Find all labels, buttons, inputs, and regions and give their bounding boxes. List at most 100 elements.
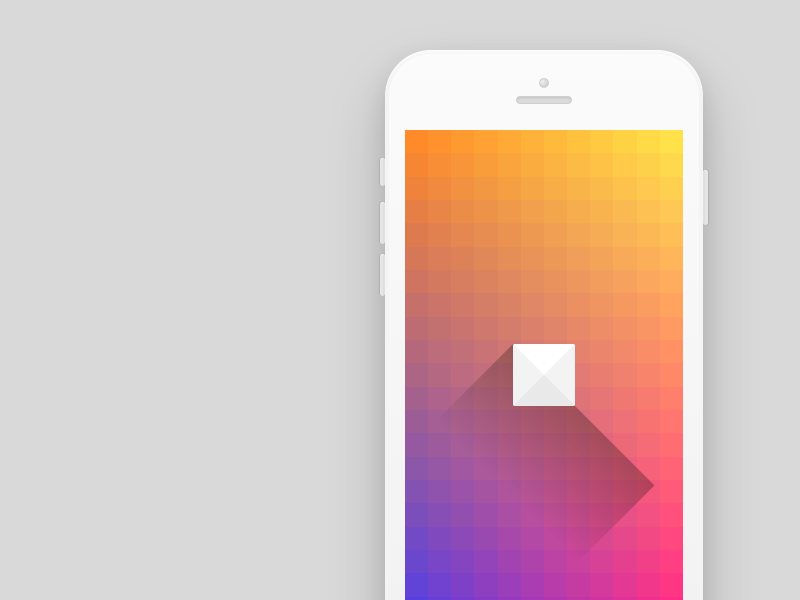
wallpaper-pixel bbox=[451, 527, 474, 550]
wallpaper-pixel bbox=[660, 527, 683, 550]
wallpaper-pixel bbox=[428, 480, 451, 503]
wallpaper-pixel bbox=[567, 573, 590, 596]
wallpaper-pixel bbox=[637, 270, 660, 293]
wallpaper-pixel bbox=[613, 293, 636, 316]
wallpaper-pixel bbox=[451, 410, 474, 433]
wallpaper-pixel bbox=[613, 597, 636, 600]
wallpaper-pixel bbox=[428, 363, 451, 386]
wallpaper-pixel bbox=[451, 387, 474, 410]
wallpaper-pixel bbox=[590, 340, 613, 363]
wallpaper-pixel bbox=[521, 130, 544, 153]
wallpaper-pixel bbox=[567, 503, 590, 526]
wallpaper-pixel bbox=[544, 130, 567, 153]
wallpaper-pixel bbox=[498, 597, 521, 600]
wallpaper-pixel bbox=[405, 153, 428, 176]
wallpaper-pixel bbox=[590, 200, 613, 223]
wallpaper-pixel bbox=[521, 503, 544, 526]
wallpaper-pixel bbox=[544, 527, 567, 550]
wallpaper-pixel bbox=[428, 527, 451, 550]
wallpaper-pixel bbox=[428, 503, 451, 526]
wallpaper-pixel bbox=[544, 433, 567, 456]
wallpaper-pixel bbox=[451, 270, 474, 293]
wallpaper-pixel bbox=[405, 457, 428, 480]
wallpaper-pixel bbox=[498, 270, 521, 293]
wallpaper-pixel bbox=[498, 503, 521, 526]
wallpaper-pixel bbox=[451, 457, 474, 480]
wallpaper-pixel bbox=[637, 503, 660, 526]
wallpaper-pixel bbox=[521, 223, 544, 246]
wallpaper-pixel bbox=[474, 293, 497, 316]
wallpaper-pixel bbox=[521, 153, 544, 176]
wallpaper-pixel bbox=[590, 177, 613, 200]
wallpaper-pixel bbox=[498, 573, 521, 596]
wallpaper-pixel bbox=[498, 130, 521, 153]
wallpaper-pixel bbox=[567, 247, 590, 270]
wallpaper-pixel bbox=[660, 223, 683, 246]
wallpaper-pixel bbox=[590, 247, 613, 270]
wallpaper-pixel bbox=[405, 597, 428, 600]
wallpaper-pixel bbox=[405, 247, 428, 270]
wallpaper-pixel bbox=[474, 177, 497, 200]
wallpaper-pixel bbox=[521, 480, 544, 503]
wallpaper-pixel bbox=[451, 597, 474, 600]
wallpaper-pixel bbox=[405, 363, 428, 386]
wallpaper-pixel bbox=[590, 550, 613, 573]
wallpaper-pixel bbox=[637, 387, 660, 410]
wallpaper-pixel bbox=[544, 200, 567, 223]
wallpaper-pixel bbox=[474, 130, 497, 153]
front-camera-icon bbox=[539, 78, 549, 88]
wallpaper-pixel bbox=[613, 247, 636, 270]
wallpaper-pixel bbox=[567, 597, 590, 600]
wallpaper-pixel bbox=[451, 363, 474, 386]
wallpaper-pixel bbox=[590, 480, 613, 503]
wallpaper-pixel bbox=[544, 457, 567, 480]
wallpaper-pixel bbox=[405, 223, 428, 246]
wallpaper-pixel bbox=[567, 433, 590, 456]
wallpaper-pixel bbox=[567, 527, 590, 550]
wallpaper-pixel bbox=[567, 153, 590, 176]
wallpaper-pixel bbox=[637, 223, 660, 246]
wallpaper-pixel bbox=[498, 247, 521, 270]
wallpaper-pixel bbox=[428, 153, 451, 176]
wallpaper-pixel bbox=[567, 457, 590, 480]
wallpaper-pixel bbox=[521, 410, 544, 433]
wallpaper-pixel bbox=[521, 293, 544, 316]
wallpaper-pixel bbox=[590, 573, 613, 596]
wallpaper-pixel bbox=[498, 317, 521, 340]
wallpaper-pixel bbox=[660, 433, 683, 456]
wallpaper-pixel bbox=[428, 387, 451, 410]
wallpaper-pixel bbox=[474, 223, 497, 246]
wallpaper-pixel bbox=[544, 223, 567, 246]
wallpaper-pixel bbox=[637, 200, 660, 223]
wallpaper-pixel bbox=[567, 130, 590, 153]
wallpaper-pixel bbox=[474, 247, 497, 270]
wallpaper-pixel bbox=[590, 527, 613, 550]
wallpaper-pixel bbox=[590, 597, 613, 600]
wallpaper-pixel bbox=[637, 410, 660, 433]
wallpaper-pixel bbox=[451, 550, 474, 573]
wallpaper-pixel bbox=[544, 317, 567, 340]
app-icon[interactable] bbox=[513, 344, 575, 406]
wallpaper-pixel bbox=[474, 480, 497, 503]
wallpaper-pixel bbox=[613, 550, 636, 573]
wallpaper-pixel bbox=[660, 410, 683, 433]
wallpaper-pixel bbox=[428, 573, 451, 596]
wallpaper-pixel bbox=[405, 340, 428, 363]
wallpaper-pixel bbox=[498, 550, 521, 573]
wallpaper-pixel bbox=[660, 247, 683, 270]
wallpaper-pixel bbox=[613, 387, 636, 410]
wallpaper-pixel bbox=[428, 293, 451, 316]
wallpaper-pixel bbox=[544, 597, 567, 600]
wallpaper-pixel bbox=[590, 130, 613, 153]
wallpaper-pixel bbox=[613, 457, 636, 480]
wallpaper-pixel bbox=[521, 527, 544, 550]
wallpaper-pixel bbox=[428, 130, 451, 153]
wallpaper-pixel bbox=[498, 480, 521, 503]
wallpaper-pixel bbox=[544, 573, 567, 596]
wallpaper-pixel bbox=[590, 387, 613, 410]
wallpaper-pixel bbox=[521, 177, 544, 200]
wallpaper-pixel bbox=[405, 550, 428, 573]
wallpaper-pixel bbox=[613, 317, 636, 340]
wallpaper-pixel bbox=[428, 433, 451, 456]
wallpaper-pixel bbox=[521, 550, 544, 573]
